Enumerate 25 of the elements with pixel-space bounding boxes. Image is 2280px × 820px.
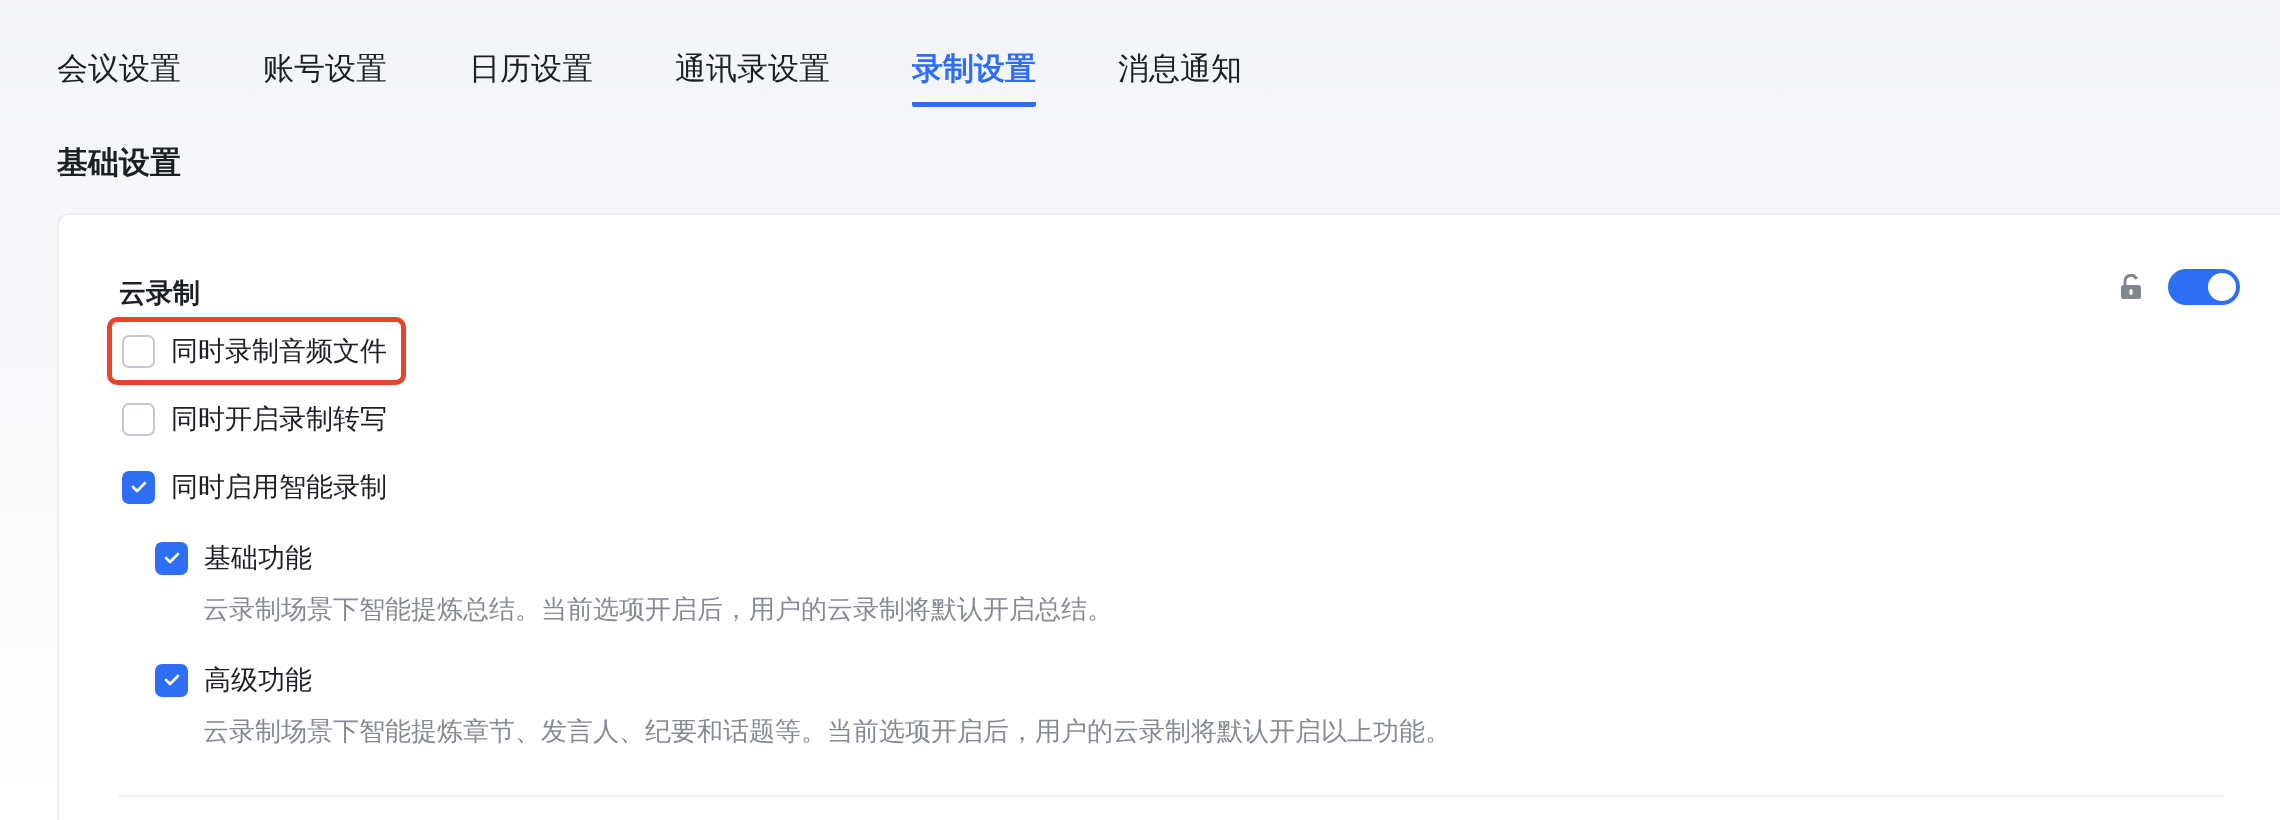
settings-tab[interactable]: 通讯录设置 [675, 48, 830, 107]
option-label: 高级功能 [204, 663, 312, 697]
checkmark-icon [163, 552, 180, 564]
checkbox[interactable] [155, 663, 188, 697]
toggle-switch[interactable] [2168, 269, 2240, 305]
option-label: 同时录制音频文件 [171, 334, 387, 368]
option-label: 同时开启录制转写 [171, 402, 387, 436]
checkmark-icon [130, 481, 147, 493]
checkbox[interactable] [122, 334, 155, 368]
settings-tab[interactable]: 日历设置 [469, 48, 593, 107]
settings-tab[interactable]: 录制设置 [912, 48, 1036, 107]
option-description: 云录制场景下智能提炼章节、发言人、纪要和话题等。当前选项开启后，用户的云录制将默认开启以上功能。 [202, 715, 1452, 748]
checkmark-icon [163, 674, 180, 686]
option-description: 云录制场景下智能提炼总结。当前选项开启后，用户的云录制将默认开启总结。 [202, 593, 1114, 626]
option-label: 基础功能 [204, 541, 312, 575]
settings-tab[interactable]: 消息通知 [1118, 48, 1242, 107]
settings-tab[interactable]: 账号设置 [263, 48, 387, 107]
settings-tab[interactable]: 会议设置 [57, 48, 181, 107]
checkbox[interactable] [155, 541, 188, 575]
section-title: 基础设置 [56, 144, 182, 182]
group-title: 云录制 [119, 277, 200, 310]
checkbox[interactable] [122, 470, 155, 504]
unlock-icon[interactable] [2120, 274, 2142, 300]
option-label: 同时启用智能录制 [171, 470, 387, 504]
checkbox[interactable] [122, 402, 155, 436]
